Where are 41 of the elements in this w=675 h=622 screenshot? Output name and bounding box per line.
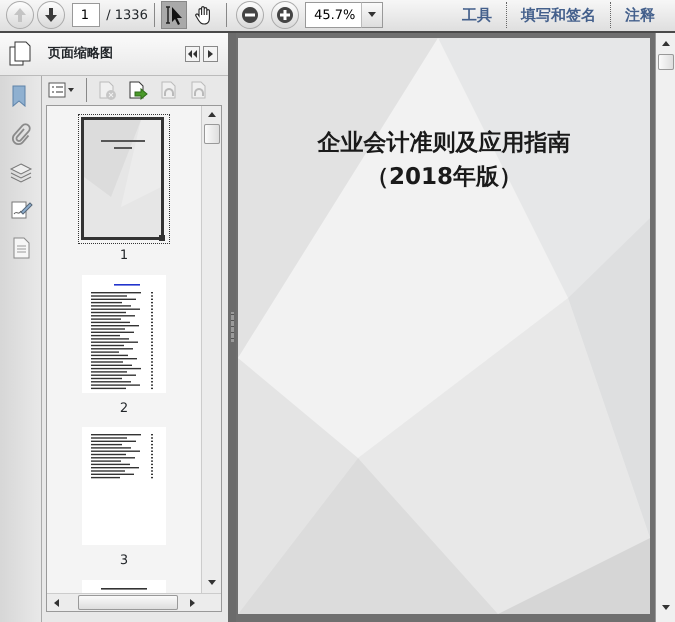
caret-icon <box>368 12 376 18</box>
zoom-field[interactable]: 45.7% <box>305 2 362 28</box>
toolbar-link[interactable]: 填写和签名 <box>507 4 610 26</box>
document-title: 企业会计准则及应用指南 <box>316 128 572 158</box>
insert-page-button[interactable] <box>127 80 149 100</box>
next-page-button[interactable] <box>37 1 66 30</box>
page-label: 2 <box>120 400 128 418</box>
minus-icon <box>241 6 260 24</box>
pages-icon <box>8 40 32 67</box>
up-arrow-icon <box>662 41 670 46</box>
right-arrow-icon <box>190 598 195 607</box>
scrollbar-thumb[interactable] <box>658 54 674 70</box>
up-arrow-icon <box>11 6 29 24</box>
scrollbar-thumb[interactable] <box>78 595 178 610</box>
list-options-button[interactable] <box>48 80 76 99</box>
toolbar-link[interactable]: 注释 <box>611 4 669 26</box>
zoom-in-button[interactable] <box>270 1 299 30</box>
page-label: 1 <box>120 247 128 266</box>
panel-options-button[interactable] <box>203 46 218 62</box>
double-arrow-icon <box>188 50 197 58</box>
page-delete-icon <box>97 80 117 100</box>
document-title: （2018年版） <box>364 162 523 192</box>
left-arrow-icon <box>54 598 58 607</box>
down-arrow-icon <box>208 580 216 585</box>
page-label: 3 <box>120 552 128 570</box>
arrow-icon <box>208 50 213 58</box>
up-arrow-icon <box>208 112 216 117</box>
plus-icon <box>276 6 294 24</box>
list-icon <box>48 80 76 99</box>
down-arrow-icon <box>662 605 670 610</box>
zoom-out-button[interactable] <box>236 1 264 30</box>
toolbar-link[interactable]: 工具 <box>448 4 506 26</box>
collapse-panel-button[interactable] <box>184 46 200 62</box>
page-arrow-icon <box>127 80 149 100</box>
splitter-grip-icon[interactable] <box>230 312 234 342</box>
page-number-field[interactable]: 1 <box>72 3 100 28</box>
select-tool-button[interactable] <box>161 1 188 30</box>
dropdown-button[interactable] <box>361 2 384 28</box>
page-total: / 1336 <box>106 6 148 24</box>
scrollbar-thumb[interactable] <box>204 124 220 144</box>
panel-title: 页面缩略图 <box>48 44 114 63</box>
